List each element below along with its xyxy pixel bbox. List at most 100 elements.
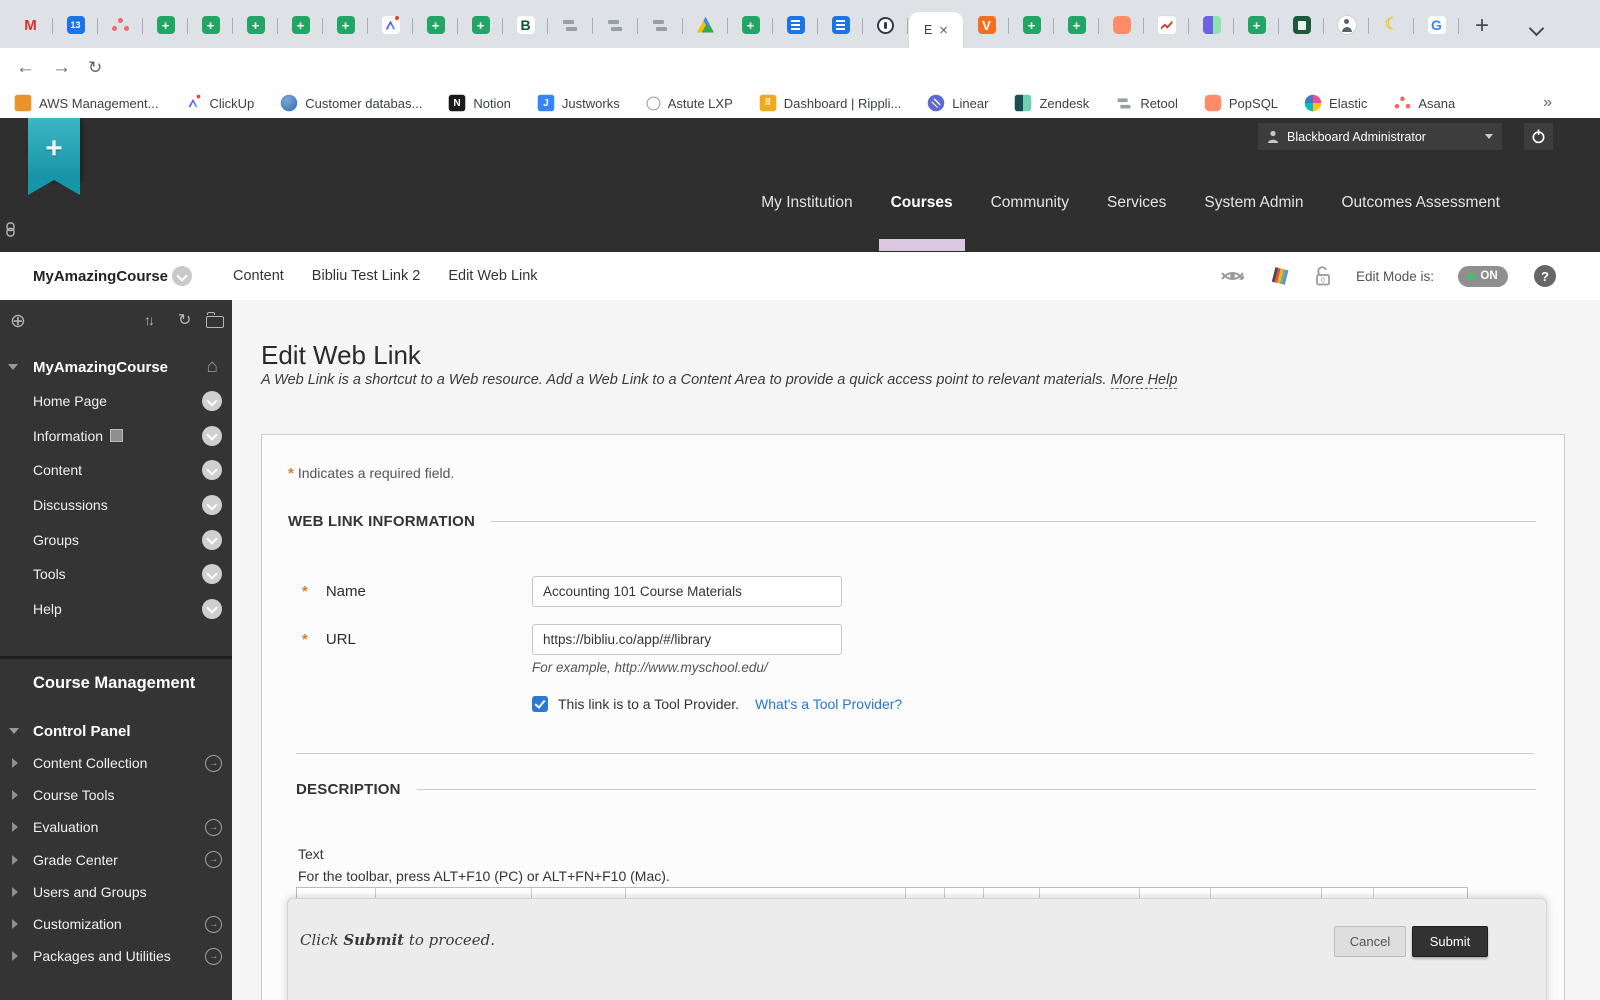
- control-panel-item-content-collection[interactable]: Content Collection→: [0, 747, 232, 779]
- browser-tab[interactable]: [683, 2, 728, 48]
- open-in-new-arrow-icon[interactable]: →: [205, 755, 222, 772]
- sidebar-item-discussions[interactable]: Discussions: [0, 488, 232, 523]
- close-tab-icon[interactable]: ×: [939, 23, 948, 38]
- student-preview-icon[interactable]: [1219, 267, 1246, 285]
- help-button[interactable]: ?: [1534, 265, 1556, 287]
- breadcrumb-item[interactable]: Bibliu Test Link 2: [312, 268, 421, 284]
- nav-my-institution[interactable]: My Institution: [742, 194, 871, 212]
- control-panel-item-course-tools[interactable]: Course Tools: [0, 779, 232, 811]
- browser-tab[interactable]: +: [1054, 2, 1099, 48]
- control-panel-item-users-and-groups[interactable]: Users and Groups: [0, 876, 232, 908]
- sidebar-course-header[interactable]: MyAmazingCourse ⌂: [0, 352, 232, 382]
- submit-button[interactable]: Submit: [1412, 926, 1488, 957]
- browser-tab[interactable]: +: [143, 2, 188, 48]
- expand-triangle-icon[interactable]: [12, 822, 18, 832]
- expand-triangle-icon[interactable]: [12, 919, 18, 929]
- breadcrumb-course-name[interactable]: MyAmazingCourse: [33, 252, 168, 300]
- user-menu[interactable]: Blackboard Administrator: [1258, 123, 1502, 150]
- bookmark-item[interactable]: PopSQL: [1204, 94, 1278, 112]
- whats-a-tool-provider-link[interactable]: What's a Tool Provider?: [755, 696, 902, 712]
- sidebar-item-tools[interactable]: Tools: [0, 557, 232, 592]
- theme-palette-icon[interactable]: [1270, 266, 1290, 286]
- item-options-chevron-icon[interactable]: [202, 426, 222, 446]
- open-in-new-arrow-icon[interactable]: →: [205, 948, 222, 965]
- blackboard-logo-ribbon[interactable]: +: [28, 118, 80, 180]
- control-panel-header[interactable]: Control Panel: [0, 716, 232, 746]
- browser-tab[interactable]: [1144, 2, 1189, 48]
- sidebar-item-groups[interactable]: Groups: [0, 522, 232, 557]
- more-help-link[interactable]: More Help: [1111, 372, 1178, 389]
- back-button[interactable]: ←: [16, 56, 35, 80]
- nav-outcomes-assessment[interactable]: Outcomes Assessment: [1322, 194, 1519, 212]
- forward-button[interactable]: →: [52, 56, 71, 80]
- item-options-chevron-icon[interactable]: [202, 599, 222, 619]
- reorder-icon[interactable]: ↑↓: [144, 312, 152, 328]
- edit-mode-toggle[interactable]: ON: [1458, 266, 1508, 287]
- browser-tab[interactable]: [863, 2, 908, 48]
- sidebar-item-content[interactable]: Content: [0, 453, 232, 488]
- browser-tab[interactable]: +: [323, 2, 368, 48]
- browser-tab[interactable]: +: [458, 2, 503, 48]
- bookmark-item[interactable]: ClickUp: [184, 94, 254, 112]
- bookmark-item[interactable]: NNotion: [448, 94, 511, 112]
- expand-triangle-icon[interactable]: [12, 855, 18, 865]
- bookmark-item[interactable]: Elastic: [1304, 94, 1367, 112]
- expand-triangle-icon[interactable]: [12, 951, 18, 961]
- item-options-chevron-icon[interactable]: [202, 391, 222, 411]
- open-in-new-arrow-icon[interactable]: →: [205, 851, 222, 868]
- browser-tab[interactable]: B: [503, 2, 548, 48]
- browser-tab[interactable]: G: [1414, 2, 1459, 48]
- sidebar-item-home-page[interactable]: Home Page: [0, 384, 232, 419]
- browser-tab[interactable]: M: [8, 2, 53, 48]
- url-input[interactable]: [532, 624, 842, 655]
- browser-tab[interactable]: [593, 2, 638, 48]
- refresh-icon[interactable]: ↻: [178, 310, 191, 330]
- bookmark-item[interactable]: Zendesk: [1014, 94, 1089, 112]
- control-panel-item-grade-center[interactable]: Grade Center→: [0, 844, 232, 876]
- active-tab[interactable]: E×: [909, 12, 963, 48]
- name-input[interactable]: [532, 576, 842, 607]
- browser-tab[interactable]: +: [1009, 2, 1054, 48]
- control-panel-item-packages-and-utilities[interactable]: Packages and Utilities→: [0, 940, 232, 972]
- browser-tab[interactable]: +: [233, 2, 278, 48]
- control-panel-item-evaluation[interactable]: Evaluation→: [0, 811, 232, 843]
- bookmark-item[interactable]: Customer databas...: [280, 94, 422, 112]
- sidebar-item-help[interactable]: Help: [0, 592, 232, 627]
- browser-tab[interactable]: +: [728, 2, 773, 48]
- nav-services[interactable]: Services: [1088, 194, 1185, 212]
- browser-tab[interactable]: [548, 2, 593, 48]
- nav-courses[interactable]: Courses: [872, 194, 972, 212]
- collapse-chevron-icon[interactable]: [9, 728, 19, 734]
- open-in-new-arrow-icon[interactable]: →: [205, 916, 222, 933]
- cancel-button[interactable]: Cancel: [1334, 926, 1406, 957]
- browser-tab[interactable]: [773, 2, 818, 48]
- logout-button[interactable]: [1524, 123, 1553, 150]
- browser-tab[interactable]: [368, 2, 413, 48]
- course-menu-chevron-icon[interactable]: [172, 266, 192, 286]
- expand-triangle-icon[interactable]: [12, 790, 18, 800]
- reload-button[interactable]: ↻: [88, 56, 102, 80]
- open-in-new-arrow-icon[interactable]: →: [205, 819, 222, 836]
- browser-tab[interactable]: ☾: [1369, 2, 1414, 48]
- breadcrumb-item[interactable]: Edit Web Link: [448, 268, 537, 284]
- sidebar-item-information[interactable]: Information: [0, 419, 232, 454]
- bookmark-item[interactable]: Astute LXP: [646, 96, 733, 111]
- control-panel-item-customization[interactable]: Customization→: [0, 908, 232, 940]
- breadcrumb-item[interactable]: Content: [233, 268, 284, 284]
- bookmark-item[interactable]: Retool: [1115, 94, 1178, 112]
- browser-tab[interactable]: +: [188, 2, 233, 48]
- bookmark-item[interactable]: JJustworks: [537, 94, 620, 112]
- nav-system-admin[interactable]: System Admin: [1185, 194, 1322, 212]
- browser-tab[interactable]: [1324, 2, 1369, 48]
- collapse-chevron-icon[interactable]: [8, 364, 18, 370]
- bookmarks-overflow-icon[interactable]: »: [1543, 94, 1552, 112]
- item-options-chevron-icon[interactable]: [202, 530, 222, 550]
- item-options-chevron-icon[interactable]: [202, 495, 222, 515]
- browser-tab[interactable]: V: [964, 2, 1009, 48]
- browser-tab[interactable]: [818, 2, 863, 48]
- browser-tab[interactable]: 13: [53, 2, 98, 48]
- expand-triangle-icon[interactable]: [12, 758, 18, 768]
- browser-tab[interactable]: +: [1234, 2, 1279, 48]
- browser-tab[interactable]: +: [413, 2, 458, 48]
- tool-provider-checkbox[interactable]: [532, 696, 548, 712]
